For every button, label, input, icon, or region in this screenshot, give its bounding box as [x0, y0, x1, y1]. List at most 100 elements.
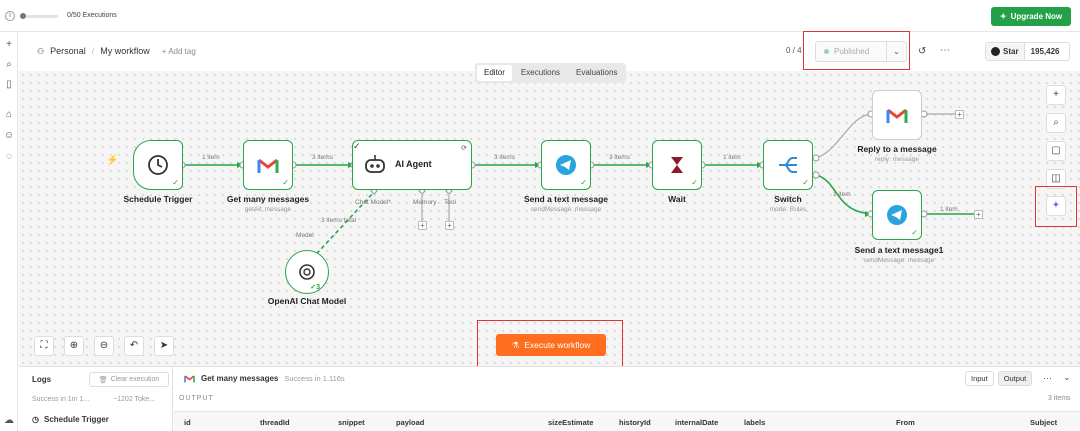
column-header[interactable]: sizeEstimate	[548, 418, 593, 427]
column-header[interactable]: id	[184, 418, 191, 427]
robot-icon	[365, 155, 385, 173]
port-tool: Tool	[444, 199, 456, 206]
telegram-icon	[887, 205, 907, 225]
node-title: Send a text message	[523, 194, 609, 204]
add-node-icon[interactable]: +	[1046, 85, 1066, 105]
search-nodes-icon[interactable]: ⌕	[1046, 113, 1066, 133]
sticky-note-icon[interactable]: ▢	[1046, 141, 1066, 161]
column-header[interactable]: internalDate	[675, 418, 718, 427]
node-switch[interactable]: ✓	[763, 140, 813, 190]
column-header[interactable]: historyId	[619, 418, 651, 427]
add-node-button[interactable]: +	[974, 210, 983, 219]
gmail-icon	[886, 108, 908, 123]
node-send-text-message1[interactable]: ✓	[872, 190, 922, 240]
upgrade-button[interactable]: ✦ Upgrade Now	[991, 7, 1071, 26]
executions-progress-thumb	[20, 13, 26, 19]
node-ai-agent[interactable]: AI Agent ⟳ ✓	[352, 140, 472, 190]
chat-icon[interactable]: ◌	[3, 151, 15, 163]
hourglass-icon	[671, 157, 683, 173]
io-toggle: Input Output	[965, 371, 1033, 386]
node-openai-chat-model[interactable]: ✓3	[285, 250, 329, 294]
node-title: Reply to a message	[857, 144, 937, 154]
column-header[interactable]: From	[896, 418, 915, 427]
node-wait[interactable]: ✓	[652, 140, 702, 190]
items-count: 3 items	[1048, 395, 1071, 402]
pointer-icon[interactable]: ➤	[154, 336, 174, 356]
node-title: Schedule Trigger	[123, 194, 193, 204]
log-tokens: ~1202 Toke...	[113, 396, 156, 403]
output-toggle[interactable]: Output	[997, 371, 1033, 386]
output-table-header: id threadId snippet payload sizeEstimate…	[174, 411, 1080, 431]
info-icon[interactable]: i	[5, 11, 15, 21]
clear-execution-button[interactable]: 🗑 Clear execution	[89, 372, 169, 387]
node-schedule-trigger[interactable]: ✓	[133, 140, 183, 190]
edge-label: 3 items	[312, 154, 333, 161]
add-tag-button[interactable]: + Add tag	[162, 47, 196, 56]
log-status: Success in 1m 1...	[32, 396, 90, 403]
success-check-icon: ✓	[911, 228, 918, 237]
logs-sidebar: Logs 🗑 Clear execution Success in 1m 1...…	[19, 367, 173, 431]
search-icon[interactable]: ⌕	[3, 59, 15, 71]
add-memory-button[interactable]: +	[418, 221, 427, 230]
node-title: Get many messages	[226, 194, 310, 204]
undo-icon[interactable]: ↶	[124, 336, 144, 356]
success-check-icon: ✓	[691, 178, 698, 187]
node-title: Wait	[668, 194, 686, 204]
node-title: Switch	[774, 194, 802, 204]
node-title: Send a text message1	[854, 245, 944, 255]
clock-icon	[148, 155, 168, 175]
edge-label: 1 item	[940, 206, 958, 213]
plus-icon[interactable]: +	[3, 39, 15, 51]
node-subtitle: mode: Rules	[769, 206, 807, 213]
workflow-name[interactable]: My workflow	[100, 46, 150, 56]
home-icon[interactable]: ⌂	[3, 109, 15, 121]
edge-label: 3 items	[609, 154, 630, 161]
chevron-down-icon[interactable]: ⌄	[1063, 372, 1071, 383]
switch-icon	[779, 157, 797, 173]
add-tool-button[interactable]: +	[445, 221, 454, 230]
success-check-icon: ✓	[353, 141, 361, 151]
github-star-count: 195,426	[1030, 47, 1060, 56]
fit-view-icon[interactable]: ⛶	[34, 336, 54, 356]
more-options-icon[interactable]: ⋯	[1043, 373, 1052, 384]
cloud-icon[interactable]: ☁	[3, 415, 15, 427]
column-header[interactable]: Subject	[1030, 418, 1057, 427]
output-section-label: OUTPUT	[179, 395, 214, 402]
output-header: Get many messages Success in 1.116s	[184, 374, 345, 383]
history-icon[interactable]: ↺	[918, 46, 926, 57]
gmail-icon	[184, 375, 195, 383]
edge-label: 1 item	[723, 154, 741, 161]
upgrade-label: Upgrade Now	[1010, 12, 1063, 21]
node-subtitle: reply: message	[874, 156, 920, 163]
column-header[interactable]: payload	[396, 418, 424, 427]
clock-icon: ◷	[32, 415, 39, 424]
telegram-icon	[556, 155, 576, 175]
node-subtitle: sendMessage: message	[863, 257, 935, 264]
node-title: AI Agent	[395, 159, 432, 169]
node-reply-to-message[interactable]	[872, 90, 922, 140]
add-node-button[interactable]: +	[955, 110, 964, 119]
input-toggle[interactable]: Input	[965, 371, 994, 386]
logs-panel: Logs 🗑 Clear execution Success in 1m 1...…	[19, 366, 1080, 431]
zoom-out-icon[interactable]: ⊖	[94, 336, 114, 356]
success-check-icon: ✓	[172, 178, 179, 187]
column-header[interactable]: threadId	[260, 418, 290, 427]
user-icon[interactable]: ☺	[3, 130, 15, 142]
breadcrumb-project[interactable]: Personal	[50, 46, 86, 56]
node-send-text-message[interactable]: ✓	[541, 140, 591, 190]
sidebar-toggle-icon[interactable]: ▯	[3, 79, 15, 91]
top-bar: i 0/50 Executions ✦ Upgrade Now	[0, 0, 1080, 32]
refresh-icon: ⟳	[461, 145, 467, 152]
github-star-button[interactable]: Star 195,426	[985, 42, 1070, 61]
gmail-icon	[257, 158, 279, 173]
zoom-in-icon[interactable]: ⊕	[64, 336, 84, 356]
column-header[interactable]: snippet	[338, 418, 365, 427]
log-item[interactable]: ◷ Schedule Trigger	[32, 415, 109, 424]
step-counter: 0 / 4	[786, 46, 802, 55]
more-options-icon[interactable]: ⋯	[940, 45, 950, 56]
node-subtitle: sendMessage: message	[530, 206, 602, 213]
breadcrumb: ⚇ Personal / My workflow + Add tag	[37, 46, 196, 56]
node-get-many-messages[interactable]: ✓	[243, 140, 293, 190]
column-header[interactable]: labels	[744, 418, 765, 427]
lightning-icon: ⚡	[106, 155, 119, 166]
